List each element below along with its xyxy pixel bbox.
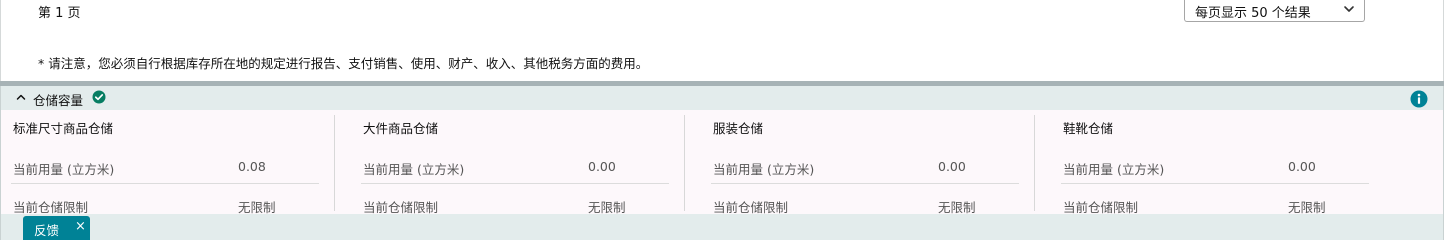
storage-column-footwear: 鞋靴仓储 当前用量 (立方米) 0.00 当前仓储限制 无限制 xyxy=(1061,115,1398,215)
storage-capacity-header[interactable]: 仓储容量 xyxy=(0,86,1444,110)
usage-label: 当前用量 (立方米) xyxy=(13,162,115,177)
usage-value: 0.00 xyxy=(588,159,616,174)
usage-value: 0.00 xyxy=(938,159,966,174)
storage-capacity-title: 仓储容量 xyxy=(33,93,84,108)
per-page-selected-value: 每页显示 50 个结果 xyxy=(1195,6,1311,21)
column-divider xyxy=(334,115,335,211)
check-circle-icon xyxy=(92,90,106,104)
close-icon[interactable]: × xyxy=(75,219,86,234)
row-divider xyxy=(1061,183,1369,184)
usage-label: 当前用量 (立方米) xyxy=(363,162,465,177)
storage-column-title: 服装仓储 xyxy=(713,121,764,136)
row-divider xyxy=(11,183,319,184)
info-icon[interactable] xyxy=(1410,90,1428,108)
usage-value: 0.00 xyxy=(1288,159,1316,174)
storage-column-title: 鞋靴仓储 xyxy=(1063,121,1114,136)
row-divider xyxy=(361,183,669,184)
usage-value: 0.08 xyxy=(238,159,266,174)
results-toolbar: 第 1 页 每页显示 50 个结果 * 请注意，您必须自行根据库存所在地的规定进… xyxy=(0,0,1444,82)
chevron-up-icon[interactable] xyxy=(16,93,26,101)
chevron-down-icon xyxy=(1344,6,1354,12)
tax-notice: * 请注意，您必须自行根据库存所在地的规定进行报告、支付销售、使用、财产、收入、… xyxy=(38,56,649,71)
storage-column-oversize: 大件商品仓储 当前用量 (立方米) 0.00 当前仓储限制 无限制 xyxy=(361,115,698,215)
page-number-label: 第 1 页 xyxy=(38,6,81,21)
storage-column-apparel: 服装仓储 当前用量 (立方米) 0.00 当前仓储限制 无限制 xyxy=(711,115,1048,215)
row-divider xyxy=(711,183,1019,184)
column-divider xyxy=(1034,115,1035,211)
feedback-label[interactable]: 反馈 xyxy=(34,220,59,239)
storage-column-title: 大件商品仓储 xyxy=(363,121,439,136)
storage-capacity-panel: 标准尺寸商品仓储 当前用量 (立方米) 0.08 当前仓储限制 无限制 大件商品… xyxy=(0,110,1444,215)
column-divider xyxy=(684,115,685,211)
storage-column-standard: 标准尺寸商品仓储 当前用量 (立方米) 0.08 当前仓储限制 无限制 xyxy=(11,115,348,215)
page: 第 1 页 每页显示 50 个结果 * 请注意，您必须自行根据库存所在地的规定进… xyxy=(0,0,1444,240)
feedback-tab[interactable]: 反馈 × xyxy=(23,216,90,240)
usage-label: 当前用量 (立方米) xyxy=(713,162,815,177)
storage-column-title: 标准尺寸商品仓储 xyxy=(13,121,114,136)
bottom-strip xyxy=(0,214,1444,240)
usage-label: 当前用量 (立方米) xyxy=(1063,162,1165,177)
results-per-page-select[interactable]: 每页显示 50 个结果 xyxy=(1184,0,1365,22)
